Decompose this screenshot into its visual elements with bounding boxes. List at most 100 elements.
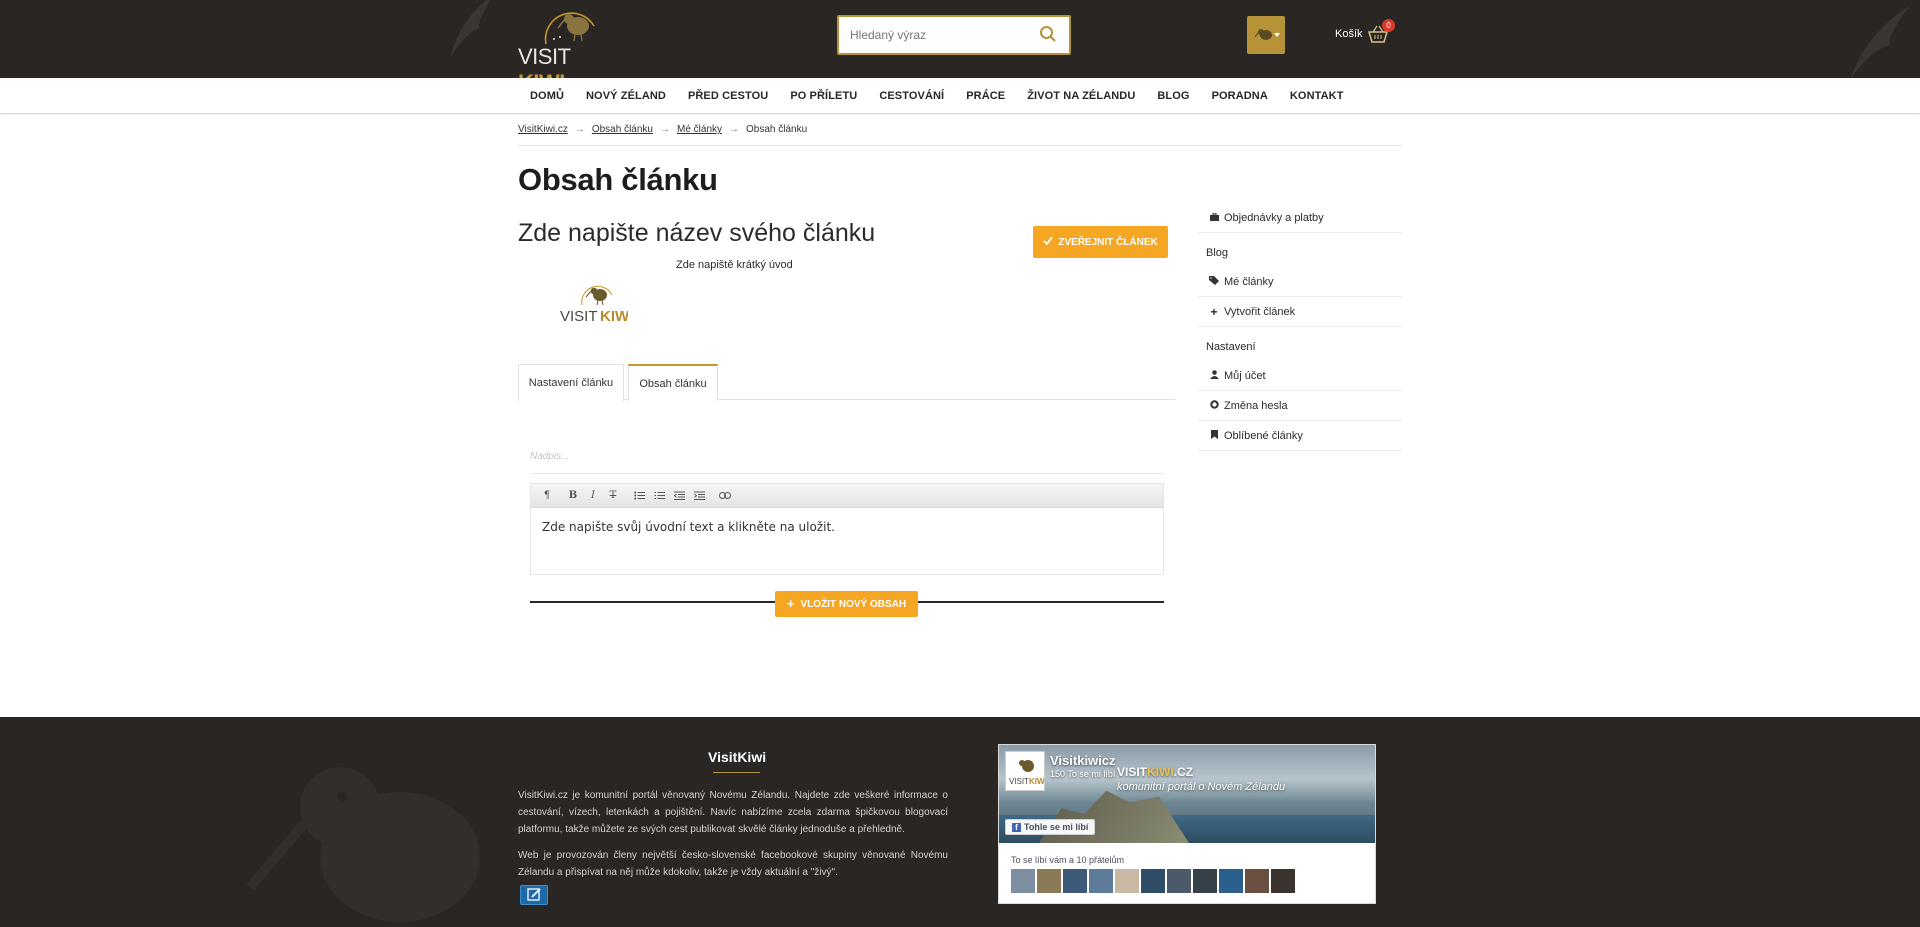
friend-avatar[interactable] [1193,869,1217,893]
search-icon[interactable] [1039,25,1059,45]
breadcrumb-link[interactable]: Obsah článku [592,124,653,145]
link-icon[interactable] [715,487,735,505]
friend-avatar[interactable] [1115,869,1139,893]
kiwi-avatar-icon [1255,29,1272,40]
chevron-down-icon [1274,33,1280,37]
friend-avatar[interactable] [1219,869,1243,893]
breadcrumb-link[interactable]: VisitKiwi.cz [518,124,568,145]
nav-item-blog[interactable]: BLOG [1146,90,1200,102]
briefcase-icon [1209,212,1219,223]
friend-avatar[interactable] [1063,869,1087,893]
unordered-list-icon[interactable] [629,487,649,505]
kiwi-logo-icon: VISIT KIWI [560,285,633,325]
kiwi-logo-icon [544,12,595,45]
svg-text:VISIT: VISIT [1009,777,1029,786]
nav-item-prace[interactable]: PRÁCE [955,90,1016,102]
indent-icon[interactable] [689,487,709,505]
breadcrumb-separator: → [659,124,670,135]
facebook-page-name[interactable]: Visitkiwicz [1050,753,1116,768]
friend-avatar[interactable] [1271,869,1295,893]
user-menu-button[interactable] [1247,16,1285,54]
editor-content-area[interactable]: Zde napište svůj úvodní text a klikněte … [531,508,1163,546]
swallow-decoration-icon [1840,0,1920,78]
facebook-like-count: 150 To se mi líbí [1050,769,1116,779]
tab-article-settings[interactable]: Nastavení článku [518,364,624,401]
footer-about-text: VisitKiwi.cz je komunitní portál věnovan… [518,790,948,835]
paragraph-format-icon[interactable]: ¶ [537,487,557,505]
svg-text:KIWI: KIWI [600,308,628,325]
friend-avatar[interactable] [1141,869,1165,893]
plus-icon: + [786,596,795,611]
facebook-page-avatar[interactable]: VISITKIWI [1005,751,1047,791]
article-title-editable[interactable]: Zde napište název svého článku [518,219,875,248]
nav-item-po-priletu[interactable]: PO PŘÍLETU [779,90,868,102]
sidebar-item-favourite-articles[interactable]: Oblíbené články [1198,421,1402,451]
site-footer: VisitKiwi VisitKiwi.cz je komunitní port… [0,717,1920,927]
facebook-page-widget: VISITKIWI Visitkiwicz 150 To se mi líbí … [998,744,1376,904]
facebook-friend-avatars [1011,869,1295,893]
friend-avatar[interactable] [1011,869,1035,893]
account-sidebar: Objednávky a platby Blog Mé články + Vyt… [1198,203,1402,451]
sidebar-item-label: Změna hesla [1224,399,1288,412]
gear-icon [1209,400,1219,411]
strikethrough-icon[interactable]: T [603,487,623,505]
article-tabs: Nastavení článku Obsah článku [518,364,1175,401]
nav-item-cestovani[interactable]: CESTOVÁNÍ [868,90,955,102]
article-cover-image[interactable]: VISIT KIWI [560,281,633,325]
sidebar-item-change-password[interactable]: Změna hesla [1198,391,1402,421]
publish-article-button[interactable]: ZVEŘEJNIT ČLÁNEK [1033,226,1168,258]
bold-icon[interactable]: B [563,487,583,505]
bookmark-icon [1209,430,1219,441]
footer-title-underline [713,772,760,773]
publish-article-label: ZVEŘEJNIT ČLÁNEK [1058,236,1158,248]
sidebar-item-my-articles[interactable]: Mé články [1198,267,1402,297]
breadcrumb: VisitKiwi.cz → Obsah článku → Mé články … [518,124,1402,146]
friend-avatar[interactable] [1089,869,1113,893]
sidebar-item-create-article[interactable]: + Vytvořit článek [1198,297,1402,327]
site-logo[interactable]: VISIT KIWI [518,4,622,78]
friend-avatar[interactable] [1245,869,1269,893]
add-content-button[interactable]: + VLOŽIT NOVÝ OBSAH [775,591,918,617]
friend-avatar[interactable] [1167,869,1191,893]
breadcrumb-link[interactable]: Mé články [677,124,722,145]
nav-item-pred-cestou[interactable]: PŘED CESTOU [677,90,779,102]
svg-text:VISIT: VISIT [560,308,598,325]
facebook-cover-tagline: komunitní portál o Novém Zélandu [1117,781,1286,793]
facebook-like-button[interactable]: f Tohle se mi líbí [1005,819,1096,835]
italic-icon[interactable]: I [583,487,603,505]
check-icon [1043,236,1053,248]
search-input[interactable] [839,17,1029,53]
article-intro-editable[interactable]: Zde napiště krátký úvod [676,259,793,271]
nav-item-novy-zeland[interactable]: NOVÝ ZÉLAND [575,90,677,102]
nav-item-poradna[interactable]: PORADNA [1201,90,1279,102]
sidebar-item-label: Mé články [1224,275,1274,288]
heading-input[interactable] [530,439,1164,473]
ordered-list-icon[interactable] [649,487,669,505]
sidebar-section-blog: Blog [1206,247,1229,259]
outdent-icon[interactable] [669,487,689,505]
search-box [837,15,1071,55]
kiwi-background-icon [240,737,500,927]
breadcrumb-separator: → [729,124,739,135]
editor-toolbar: ¶ B I T [531,484,1163,508]
svg-text:KIWI: KIWI [1029,777,1044,786]
site-header: VISIT KIWI Košík 0 [0,0,1920,78]
add-content-label: VLOŽIT NOVÝ OBSAH [800,598,907,610]
tab-article-content[interactable]: Obsah článku [628,364,718,401]
plus-icon: + [1210,304,1218,319]
facebook-cover-brand: VISITKIWI.CZ [1117,765,1194,779]
sidebar-item-my-account[interactable]: Můj účet [1198,361,1402,391]
sidebar-item-orders[interactable]: Objednávky a platby [1198,203,1402,233]
main-navigation: DOMŮ NOVÝ ZÉLAND PŘED CESTOU PO PŘÍLETU … [0,78,1920,114]
friend-avatar[interactable] [1037,869,1061,893]
write-article-button[interactable] [520,885,548,905]
heading-field-wrapper [530,439,1164,474]
nav-item-domu[interactable]: DOMŮ [518,90,575,102]
nav-item-zivot-na-zelandu[interactable]: ŽIVOT NA ZÉLANDU [1016,90,1146,102]
footer-community-text: Web je provozován členy největší česko-s… [518,850,948,878]
facebook-like-label: Tohle se mi líbí [1024,822,1089,832]
nav-item-kontakt[interactable]: KONTAKT [1279,90,1355,102]
sidebar-item-label: Můj účet [1224,369,1266,382]
facebook-friends-text: To se líbí vám a 10 přátelům [1011,855,1125,865]
breadcrumb-current: Obsah článku [746,124,808,135]
